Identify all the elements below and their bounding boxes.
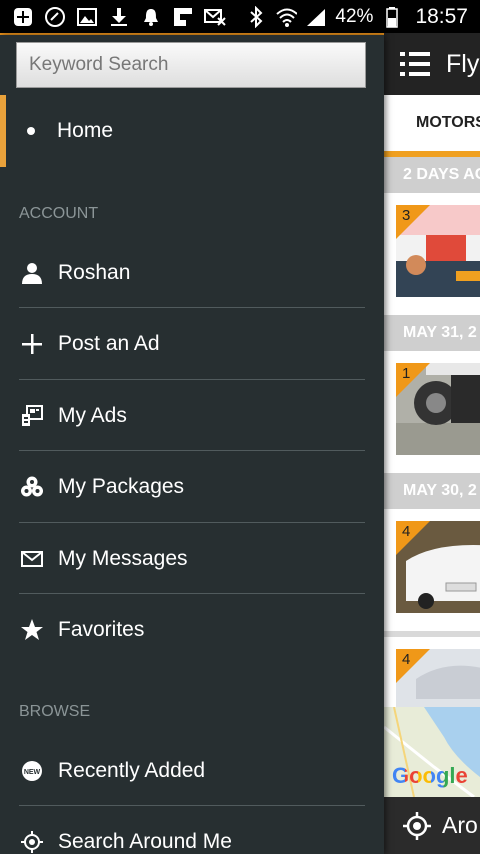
bell-icon <box>140 6 162 28</box>
nav-item-home[interactable]: Home <box>0 95 384 167</box>
bullet-icon <box>27 127 35 135</box>
photo-count: 4 <box>402 651 411 668</box>
map-attribution: Google <box>392 763 468 788</box>
nav-item-label: My Packages <box>58 475 185 498</box>
add-notification-icon <box>12 6 34 28</box>
plus-icon <box>19 331 45 357</box>
image-icon <box>76 6 98 28</box>
photo-count: 4 <box>402 523 411 540</box>
nav-item-post-ad[interactable]: Post an Ad <box>0 308 384 380</box>
sync-icon <box>44 6 66 28</box>
navigation-drawer: Keyword Search Home ACCOUNT Roshan Post … <box>0 35 384 854</box>
nav-item-profile[interactable]: Roshan <box>0 237 384 309</box>
nav-item-my-packages[interactable]: My Packages <box>0 451 384 523</box>
listing-card[interactable]: 4 <box>384 509 480 631</box>
new-badge-icon: NEW <box>19 758 45 784</box>
photo-count: 3 <box>402 207 411 224</box>
flipboard-icon <box>172 6 194 28</box>
nav-item-my-ads[interactable]: My Ads <box>0 380 384 452</box>
nav-item-favorites[interactable]: Favorites <box>0 594 384 666</box>
nav-item-label: Favorites <box>58 618 145 641</box>
nav-item-label: Home <box>57 119 114 142</box>
nav-item-search-around-me[interactable]: Search Around Me <box>0 806 384 854</box>
nav-item-label: My Ads <box>58 404 127 427</box>
around-me-label: Aro <box>442 812 478 838</box>
battery-percent: 42% <box>335 5 374 27</box>
location-icon <box>402 811 432 841</box>
location-icon <box>19 829 45 854</box>
envelope-icon <box>19 546 45 572</box>
wifi-icon <box>275 6 298 28</box>
packages-icon <box>19 474 45 500</box>
section-header-browse: BROWSE <box>19 703 91 720</box>
search-placeholder: Keyword Search <box>29 54 169 75</box>
active-indicator <box>0 95 6 167</box>
star-icon <box>19 617 45 643</box>
around-me-bar[interactable]: Aro <box>384 797 480 854</box>
my-ads-icon <box>19 403 45 429</box>
clock: 18:57 <box>415 4 468 28</box>
date-header: MAY 31, 2 <box>384 315 480 351</box>
search-input[interactable]: Keyword Search <box>16 42 366 88</box>
date-header: 2 DAYS AG <box>384 157 480 193</box>
nav-item-recently-added[interactable]: NEW Recently Added <box>0 735 384 807</box>
date-header: MAY 30, 2 <box>384 473 480 509</box>
nav-item-label: Roshan <box>58 261 131 284</box>
nav-item-label: Recently Added <box>58 759 206 782</box>
battery-icon <box>381 6 403 28</box>
nav-item-my-messages[interactable]: My Messages <box>0 523 384 595</box>
app-bar: Fly <box>384 33 480 95</box>
map-preview[interactable]: Google <box>384 707 480 797</box>
menu-icon[interactable] <box>400 52 430 76</box>
nav-item-label: My Messages <box>58 547 188 570</box>
photo-count: 1 <box>402 365 411 382</box>
svg-text:NEW: NEW <box>24 769 41 776</box>
category-tabs: MOTORS <box>384 95 480 157</box>
nav-item-label: Post an Ad <box>58 332 160 355</box>
bluetooth-icon <box>245 5 267 28</box>
main-content: Fly MOTORS 2 DAYS AG 3 MAY 31, 2 1 MAY 3… <box>384 33 480 854</box>
mail-off-icon <box>204 6 226 28</box>
download-icon <box>108 6 130 28</box>
signal-icon <box>305 6 327 28</box>
status-bar: 42% 18:57 <box>0 0 480 33</box>
section-header-account: ACCOUNT <box>19 205 99 222</box>
nav-item-label: Search Around Me <box>58 830 232 853</box>
tab-motors[interactable]: MOTORS <box>416 114 480 132</box>
listing-card[interactable]: 1 <box>384 351 480 473</box>
person-icon <box>19 260 45 286</box>
app-title: Fly <box>446 49 480 78</box>
listing-card[interactable]: 3 <box>384 193 480 315</box>
